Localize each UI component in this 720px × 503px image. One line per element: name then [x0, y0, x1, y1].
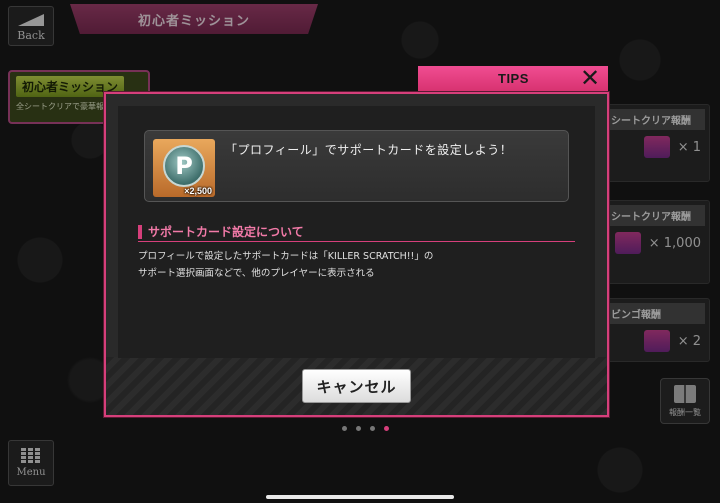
item-thumbnail: P ×2,500	[153, 139, 215, 197]
page-dot[interactable]	[384, 426, 389, 431]
mission-text: 「プロフィール」でサポートカードを設定しよう！	[225, 143, 513, 157]
section-bar	[138, 224, 142, 239]
section-title: サポートカード設定について	[148, 225, 304, 239]
page-dot[interactable]	[342, 426, 347, 431]
home-indicator[interactable]	[266, 495, 454, 499]
pagination-dots	[342, 426, 389, 431]
description: プロフィールで設定したサポートカードは「KILLER SCRATCH!!」の サ…	[138, 248, 575, 282]
page-dot[interactable]	[356, 426, 361, 431]
description-line-2: サポート選択画面などで、他のプレイヤーに表示される	[138, 268, 375, 279]
dialog-content: P ×2,500 「プロフィール」でサポートカードを設定しよう！ サポートカード…	[118, 106, 595, 358]
cancel-button[interactable]: キャンセル	[302, 369, 411, 403]
section-heading: サポートカード設定について	[138, 222, 575, 242]
tips-dialog: P ×2,500 「プロフィール」でサポートカードを設定しよう！ サポートカード…	[104, 92, 609, 417]
item-count: ×2,500	[184, 186, 212, 196]
mission-card: P ×2,500 「プロフィール」でサポートカードを設定しよう！	[144, 130, 569, 202]
description-line-1: プロフィールで設定したサポートカードは「KILLER SCRATCH!!」の	[138, 251, 434, 262]
close-icon[interactable]: ✕	[576, 66, 604, 92]
tips-title: TIPS	[498, 71, 529, 86]
page-dot[interactable]	[370, 426, 375, 431]
p-coin-icon: P	[163, 145, 205, 187]
